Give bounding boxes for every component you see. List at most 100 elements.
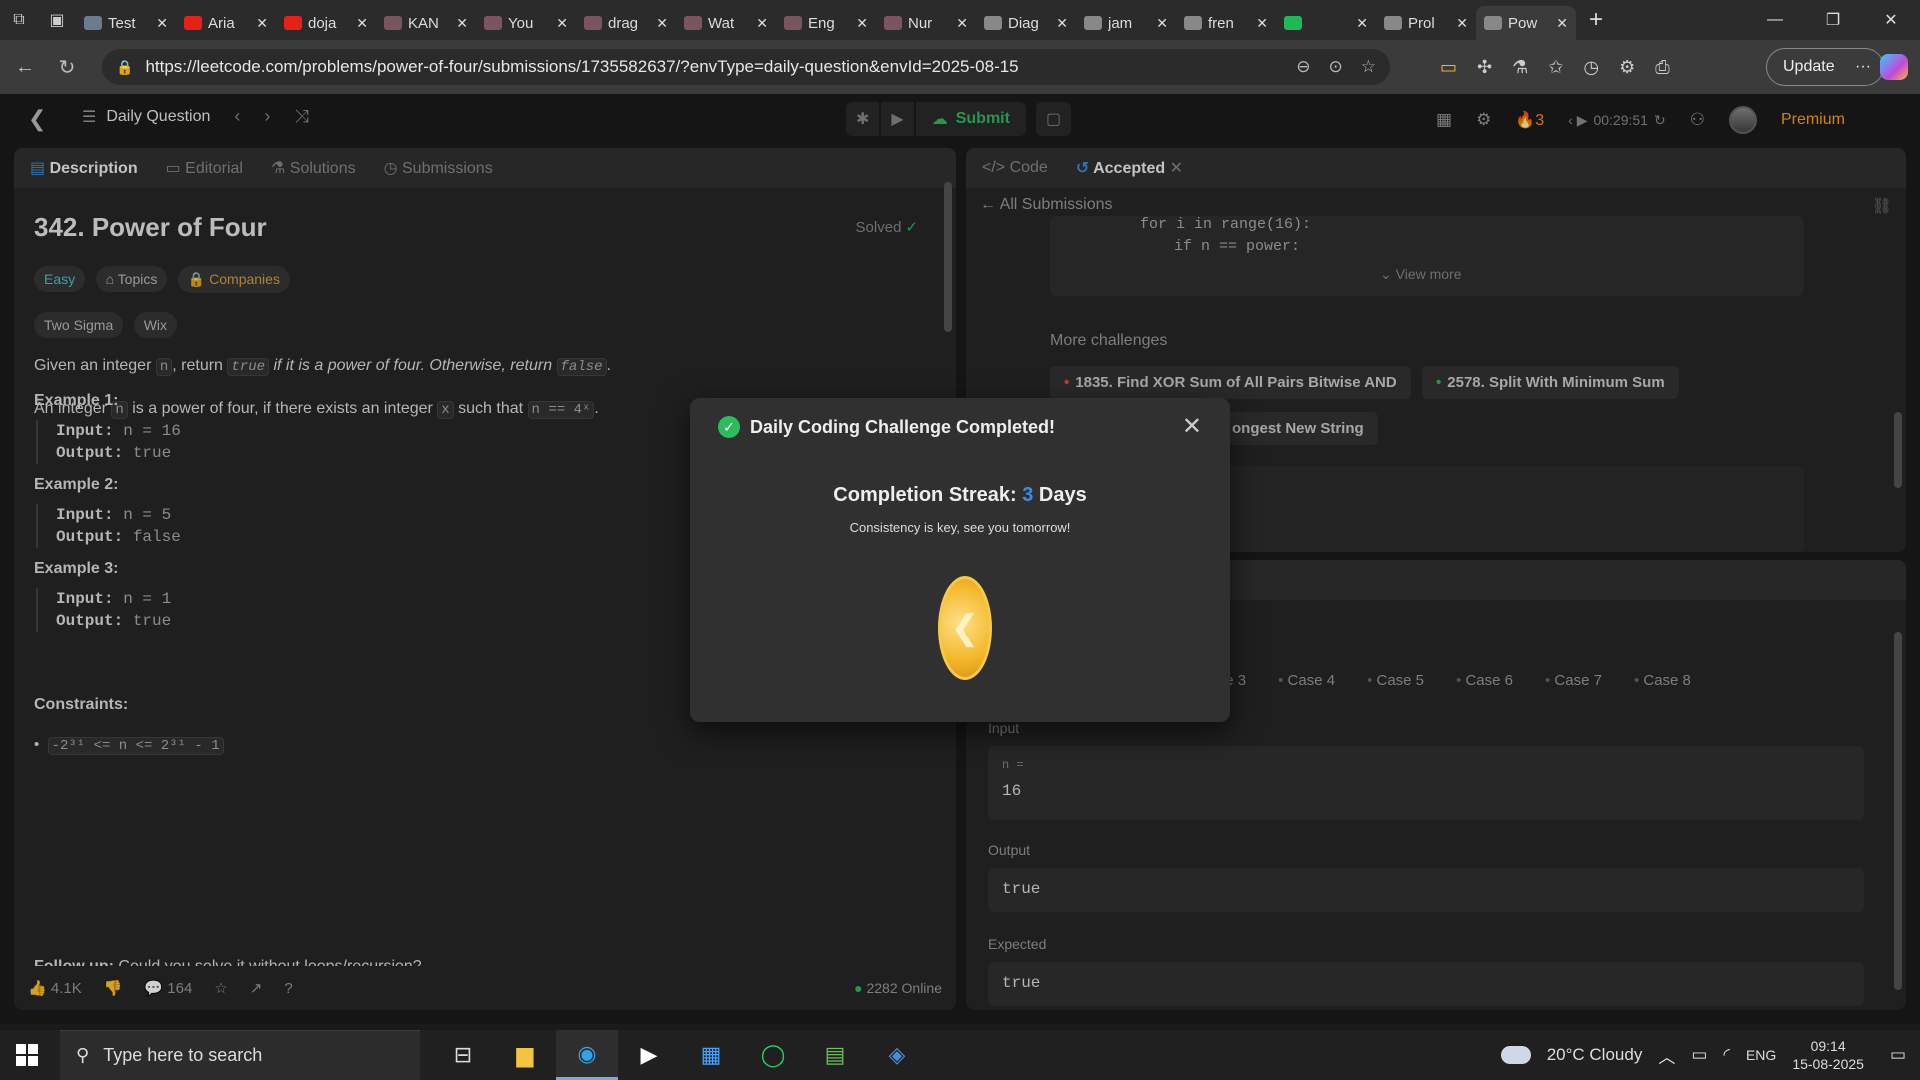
minimize-icon[interactable]: —	[1746, 0, 1804, 40]
back-icon[interactable]: ←	[4, 46, 46, 88]
extensions-puzzle-icon[interactable]: ✣	[1477, 57, 1492, 78]
tab-label: Wat	[708, 14, 735, 32]
clock-time: 09:14	[1810, 1038, 1846, 1054]
browser-tab[interactable]: Test ✕	[76, 6, 176, 40]
tab-label: Aria	[208, 14, 235, 32]
more-icon[interactable]: ···	[1855, 58, 1871, 76]
favorite-star-icon[interactable]: ☆	[1361, 57, 1376, 77]
browser-tab[interactable]: Nur ✕	[876, 6, 976, 40]
tab-favicon-icon	[984, 16, 1002, 30]
taskbar-search[interactable]: ⚲ Type here to search	[60, 1030, 420, 1080]
printer-icon[interactable]: ⎙	[1655, 57, 1669, 78]
battery-icon[interactable]: ▭	[1691, 1045, 1707, 1065]
tab-close-icon[interactable]: ✕	[156, 15, 168, 32]
tab-close-icon[interactable]: ✕	[956, 15, 968, 32]
favorites-icon[interactable]: ✩	[1548, 57, 1563, 78]
modal-title: Daily Coding Challenge Completed!	[750, 416, 1056, 437]
browser-tab[interactable]: ✕	[1276, 6, 1376, 40]
url-field[interactable]: 🔒 https://leetcode.com/problems/power-of…	[102, 49, 1390, 85]
tab-close-icon[interactable]: ✕	[1056, 15, 1068, 32]
browser-tab[interactable]: doja ✕	[276, 6, 376, 40]
browser-tab[interactable]: Prol ✕	[1376, 6, 1476, 40]
tab-actions-icon[interactable]: ▣	[38, 0, 76, 40]
browser-tab[interactable]: drag ✕	[576, 6, 676, 40]
browser-tab[interactable]: jam ✕	[1076, 6, 1176, 40]
refresh-icon[interactable]: ↻	[46, 46, 88, 88]
tab-close-icon[interactable]: ✕	[1356, 15, 1368, 32]
notifications-icon[interactable]: ▭	[1890, 1045, 1906, 1065]
browser-tab[interactable]: Pow ✕	[1476, 6, 1576, 40]
browser-tab[interactable]: Wat ✕	[676, 6, 776, 40]
performance-icon[interactable]: ⚙	[1619, 57, 1635, 78]
tab-favicon-icon	[284, 16, 302, 30]
whatsapp-icon[interactable]: ◯	[742, 1030, 804, 1080]
tab-close-icon[interactable]: ✕	[1456, 15, 1468, 32]
tab-close-icon[interactable]: ✕	[256, 15, 268, 32]
tab-favicon-icon	[884, 16, 902, 30]
tab-favicon-icon	[1084, 16, 1102, 30]
tab-close-icon[interactable]: ✕	[756, 15, 768, 32]
file-explorer-icon[interactable]: ▆	[494, 1030, 556, 1080]
new-tab-button[interactable]: +	[1576, 6, 1616, 34]
tab-close-icon[interactable]: ✕	[656, 15, 668, 32]
tab-favicon-icon	[584, 16, 602, 30]
copilot-icon[interactable]	[1880, 54, 1908, 80]
task-view-icon[interactable]: ⊟	[432, 1030, 494, 1080]
browser-tab[interactable]: Diag ✕	[976, 6, 1076, 40]
extension-icons: ▭ ✣ ⚗ ✩ ◷ ⚙ ⎙	[1440, 49, 1670, 85]
update-label: Update	[1783, 58, 1835, 75]
tab-label: Pow	[1508, 14, 1538, 32]
edge-dev-icon[interactable]: ◉	[556, 1030, 618, 1080]
browser-tab[interactable]: Aria ✕	[176, 6, 276, 40]
restore-icon[interactable]: ❐	[1804, 0, 1862, 40]
cloud-icon	[1500, 1046, 1531, 1064]
windows-start-icon[interactable]	[16, 1044, 38, 1066]
close-window-icon[interactable]: ✕	[1862, 0, 1920, 40]
browser-tab[interactable]: You ✕	[476, 6, 576, 40]
tab-favicon-icon	[1484, 16, 1502, 30]
language-indicator[interactable]: ENG	[1746, 1047, 1776, 1063]
tab-close-icon[interactable]: ✕	[1556, 15, 1568, 32]
streak-suffix: Days	[1033, 484, 1087, 506]
url-text: https://leetcode.com/problems/power-of-f…	[145, 57, 1019, 76]
streak-prefix: Completion Streak:	[833, 484, 1023, 506]
tab-close-icon[interactable]: ✕	[856, 15, 868, 32]
close-icon[interactable]: ✕	[1182, 412, 1202, 441]
workspaces-icon[interactable]: ⧉	[0, 0, 38, 40]
tab-close-icon[interactable]: ✕	[356, 15, 368, 32]
windows-taskbar: ⚲ Type here to search ⊟ ▆ ◉ ▶ ▦ ◯ ▤ ◈ 20…	[0, 1030, 1920, 1080]
tab-close-icon[interactable]: ✕	[1256, 15, 1268, 32]
tab-favicon-icon	[184, 16, 202, 30]
tab-label: Eng	[808, 14, 835, 32]
tray-chevron-icon[interactable]: ︿	[1658, 1043, 1675, 1068]
update-button[interactable]: Update ···	[1766, 48, 1884, 86]
streak-number: 3	[1022, 484, 1034, 506]
python-icon[interactable]: ◈	[866, 1030, 928, 1080]
tab-favicon-icon	[784, 16, 802, 30]
wifi-icon[interactable]: ◜	[1723, 1045, 1730, 1065]
tab-label: Prol	[1408, 14, 1435, 32]
weather-label[interactable]: 20°C Cloudy	[1547, 1045, 1643, 1065]
browser-tab[interactable]: KAN ✕	[376, 6, 476, 40]
media-player-icon[interactable]: ▶	[618, 1030, 680, 1080]
tab-close-icon[interactable]: ✕	[456, 15, 468, 32]
browser-tab[interactable]: Eng ✕	[776, 6, 876, 40]
tab-close-icon[interactable]: ✕	[1156, 15, 1168, 32]
clock[interactable]: 09:14 15-08-2025	[1792, 1037, 1864, 1073]
extension-leetcode-icon[interactable]: ⚗	[1512, 57, 1528, 78]
leetcoin-icon: ❮	[938, 576, 992, 680]
tab-favicon-icon	[484, 16, 502, 30]
completion-streak: Completion Streak: 3 Days	[690, 484, 1230, 507]
browser-tab[interactable]: fren ✕	[1176, 6, 1276, 40]
zoom-icon[interactable]: ⊖	[1296, 57, 1310, 77]
store-icon[interactable]: ▦	[680, 1030, 742, 1080]
tab-label: fren	[1208, 14, 1234, 32]
tab-label: Diag	[1008, 14, 1039, 32]
spreadsheet-icon[interactable]: ▤	[804, 1030, 866, 1080]
history-icon[interactable]: ◷	[1583, 57, 1599, 78]
tab-favicon-icon	[1284, 16, 1302, 30]
more-tools-icon[interactable]: ⊙	[1329, 57, 1343, 77]
tab-close-icon[interactable]: ✕	[556, 15, 568, 32]
extension-badge-icon[interactable]: ▭	[1440, 57, 1457, 78]
search-placeholder: Type here to search	[103, 1045, 263, 1065]
